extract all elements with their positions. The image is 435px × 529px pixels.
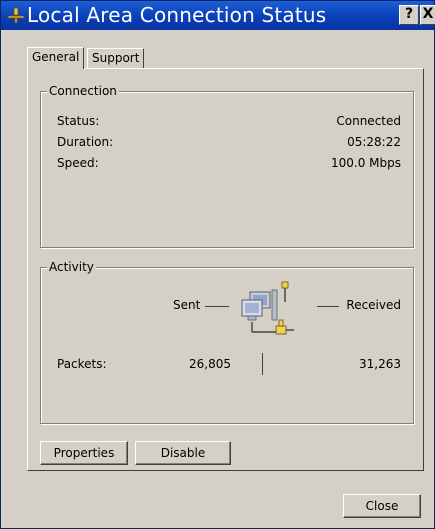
network-connection-icon bbox=[7, 7, 25, 24]
received-label: Received bbox=[346, 298, 401, 312]
tab-general[interactable]: General bbox=[27, 47, 85, 69]
packets-label: Packets: bbox=[57, 357, 107, 371]
packets-divider bbox=[262, 353, 263, 375]
status-value: Connected bbox=[336, 114, 401, 128]
activity-group: Activity Sent Received Packets: 26,805 3… bbox=[40, 260, 414, 424]
help-button[interactable]: ? bbox=[399, 5, 419, 25]
packets-received-value: 31,263 bbox=[359, 357, 401, 371]
activity-legend: Activity bbox=[47, 260, 96, 274]
properties-button[interactable]: Properties bbox=[40, 441, 128, 465]
close-window-button[interactable]: X bbox=[420, 5, 435, 25]
general-tab-panel: Connection Status: Connected Duration: 0… bbox=[27, 68, 424, 471]
sent-dash bbox=[205, 306, 229, 307]
speed-value: 100.0 Mbps bbox=[330, 156, 401, 170]
duration-value: 05:28:22 bbox=[347, 135, 401, 149]
packets-sent-value: 26,805 bbox=[189, 357, 231, 371]
disable-button[interactable]: Disable bbox=[135, 441, 231, 465]
speed-label: Speed: bbox=[57, 156, 99, 170]
network-computers-icon bbox=[241, 281, 294, 335]
close-button[interactable]: Close bbox=[343, 494, 421, 518]
sent-label: Sent bbox=[173, 298, 201, 312]
duration-label: Duration: bbox=[57, 135, 114, 149]
connection-legend: Connection bbox=[47, 84, 119, 98]
received-dash bbox=[317, 306, 339, 307]
tab-support[interactable]: Support bbox=[87, 48, 145, 68]
title-bar[interactable]: Local Area Connection Status ? X bbox=[1, 1, 435, 30]
window-title: Local Area Connection Status bbox=[27, 3, 327, 27]
status-label: Status: bbox=[57, 114, 100, 128]
connection-group: Connection Status: Connected Duration: 0… bbox=[40, 84, 414, 248]
status-dialog: Local Area Connection Status ? X General… bbox=[0, 0, 435, 529]
